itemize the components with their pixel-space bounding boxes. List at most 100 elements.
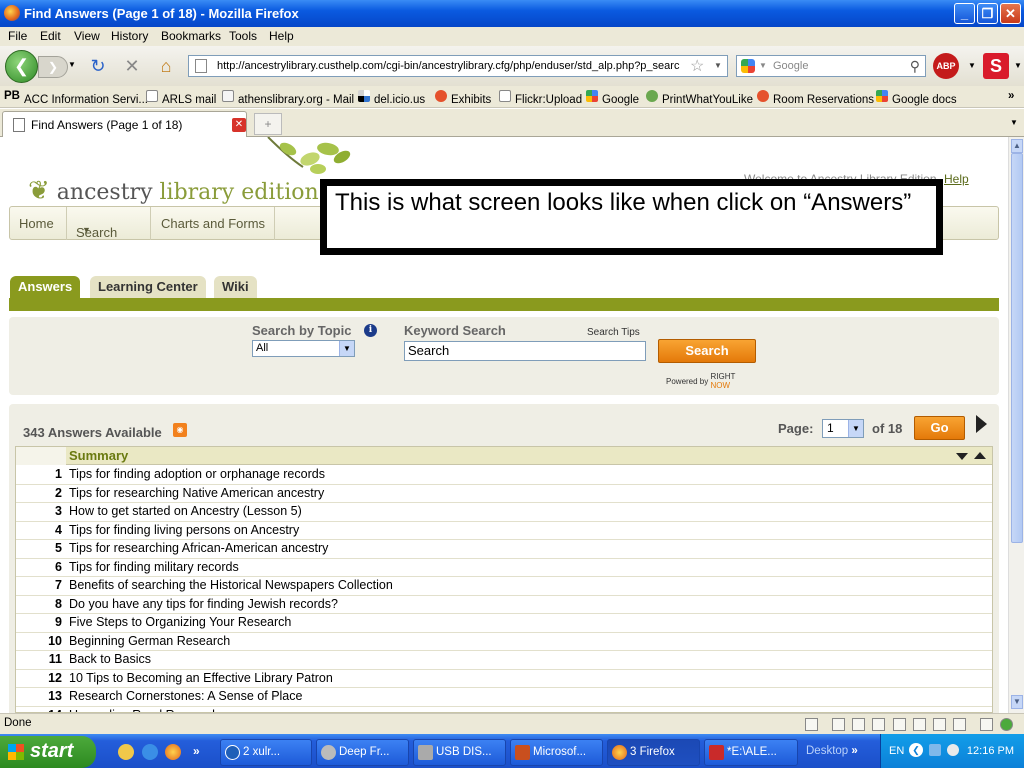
pencil-status-icon[interactable]	[832, 718, 845, 731]
table-row[interactable]: 8 Do you have any tips for finding Jewish…	[16, 596, 992, 614]
table-row[interactable]: 10 Beginning German Research	[16, 633, 992, 651]
answer-link[interactable]: Tips for finding adoption or orphanage r…	[69, 467, 325, 481]
refresh-status-icon[interactable]	[913, 718, 926, 731]
next-page-icon[interactable]	[976, 415, 987, 433]
print-status-icon[interactable]	[893, 718, 906, 731]
page-select[interactable]: 1 ▼	[822, 419, 864, 438]
graph-status-icon[interactable]	[953, 718, 966, 731]
ancestry-logo[interactable]: ❦ ancestry library edition	[28, 176, 319, 206]
scroll-up-icon[interactable]: ▲	[1011, 139, 1023, 153]
nav-charts-and-forms[interactable]: Charts and Forms	[161, 216, 265, 231]
page-status-icon[interactable]	[805, 718, 818, 731]
bookmarks-overflow-icon[interactable]: »	[1008, 90, 1014, 102]
taskbar-item-xulr[interactable]: 2 xulr...	[220, 739, 312, 766]
answer-link[interactable]: Do you have any tips for finding Jewish …	[69, 597, 338, 611]
table-row[interactable]: 2 Tips for researching Native American an…	[16, 485, 992, 503]
back-button[interactable]: ❮	[5, 50, 38, 83]
minimize-button[interactable]: _	[954, 3, 975, 24]
menu-history[interactable]: History	[111, 29, 148, 43]
table-row[interactable]: 11 Back to Basics	[16, 651, 992, 670]
browser-tab-find-answers[interactable]: Find Answers (Page 1 of 18) ✕	[2, 111, 247, 137]
topic-select[interactable]: All ▼	[252, 340, 355, 357]
table-row[interactable]: 5 Tips for researching African-American a…	[16, 540, 992, 559]
close-tab-icon[interactable]: ✕	[232, 118, 246, 132]
mail-status-icon[interactable]	[933, 718, 946, 731]
engine-dropdown-icon[interactable]: ▼	[759, 56, 767, 76]
taskbar-item-microsoft[interactable]: Microsof...	[510, 739, 603, 766]
answer-link[interactable]: How to get started on Ancestry (Lesson 5…	[69, 504, 302, 518]
scrollbar-thumb[interactable]	[1011, 153, 1023, 543]
table-row[interactable]: 9 Five Steps to Organizing Your Research	[16, 614, 992, 633]
tray-arrow-icon[interactable]: ❮	[909, 743, 923, 757]
tools-status-icon[interactable]	[980, 718, 993, 731]
tab-list-dropdown-icon[interactable]: ▼	[1010, 118, 1018, 127]
taskbar-item-ale[interactable]: *E:\ALE...	[704, 739, 798, 766]
new-tab-button[interactable]: +	[254, 113, 282, 135]
table-row[interactable]: 3 How to get started on Ancestry (Lesson …	[16, 503, 992, 522]
answer-link[interactable]: 10 Tips to Becoming an Effective Library…	[69, 671, 333, 685]
bookmark-arls-mail[interactable]: ARLS mail	[146, 90, 216, 106]
tab-answers[interactable]: Answers	[10, 276, 81, 298]
tray-network-icon[interactable]	[929, 744, 941, 756]
answer-link[interactable]: Five Steps to Organizing Your Research	[69, 615, 291, 629]
tab-wiki[interactable]: Wiki	[214, 276, 257, 298]
summary-column-header[interactable]: Summary	[69, 448, 128, 463]
history-dropdown-icon[interactable]: ▼	[68, 60, 76, 69]
menu-view[interactable]: View	[74, 29, 100, 43]
scroll-down-icon[interactable]: ▼	[1011, 695, 1023, 709]
table-row[interactable]: 7 Benefits of searching the Historical Ne…	[16, 577, 992, 596]
help-link[interactable]: Help	[944, 172, 969, 186]
answer-link[interactable]: Research Cornerstones: A Sense of Place	[69, 689, 302, 703]
addon-dropdown-icon[interactable]: ▼	[1014, 61, 1022, 70]
save-status-icon[interactable]	[872, 718, 885, 731]
search-icon[interactable]: ⚲	[910, 56, 920, 76]
bookmark-delicious[interactable]: del.icio.us	[358, 90, 425, 106]
s-addon-icon[interactable]: S	[983, 53, 1009, 79]
url-dropdown-icon[interactable]: ▼	[714, 61, 722, 70]
quicklaunch-overflow-icon[interactable]: »	[193, 744, 200, 758]
web-search-input[interactable]: ▼ Google ⚲	[736, 55, 926, 77]
firefox-quicklaunch-icon[interactable]	[165, 744, 181, 760]
table-row[interactable]: 1 Tips for finding adoption or orphanage …	[16, 466, 992, 485]
table-row[interactable]: 4 Tips for finding living persons on Ance…	[16, 522, 992, 540]
answer-link[interactable]: Tips for finding military records	[69, 560, 239, 574]
menu-help[interactable]: Help	[269, 29, 294, 43]
stop-icon[interactable]: ✕	[120, 55, 144, 79]
answer-link[interactable]: Beginning German Research	[69, 634, 230, 648]
bookmark-athenslibrary[interactable]: athenslibrary.org - Mail	[222, 90, 354, 106]
answer-link[interactable]: Back to Basics	[69, 652, 151, 666]
info-status-icon[interactable]	[1000, 718, 1013, 731]
menu-file[interactable]: File	[8, 29, 27, 43]
search-tips-link[interactable]: Search Tips	[587, 327, 640, 338]
answer-link[interactable]: Tips for finding living persons on Ances…	[69, 523, 299, 537]
close-window-button[interactable]: ✕	[1000, 3, 1021, 24]
table-row[interactable]: 12 10 Tips to Becoming an Effective Libra…	[16, 670, 992, 688]
taskbar-item-usb[interactable]: USB DIS...	[413, 739, 506, 766]
table-row[interactable]: 13 Research Cornerstones: A Sense of Plac…	[16, 688, 992, 707]
answer-link[interactable]: Tips for researching African-American an…	[69, 541, 328, 555]
nav-home[interactable]: Home	[19, 216, 54, 231]
adblock-icon[interactable]: ABP	[933, 53, 959, 79]
info-icon[interactable]: i	[364, 324, 377, 337]
ie-icon[interactable]	[142, 744, 158, 760]
desktop-toolbar[interactable]: Desktop »	[806, 745, 858, 757]
forward-button[interactable]: ❯	[38, 56, 68, 78]
home-icon[interactable]: ⌂	[154, 55, 178, 79]
table-row[interactable]: 6 Tips for finding military records	[16, 559, 992, 577]
bookmark-flickr[interactable]: Flickr:Upload	[499, 90, 582, 106]
bookmark-star-icon[interactable]: ☆	[690, 56, 704, 76]
bookmark-exhibits[interactable]: Exhibits	[435, 90, 491, 106]
search-button[interactable]: Search	[658, 339, 756, 363]
maximize-button[interactable]: ❐	[977, 3, 998, 24]
sort-ascending-icon[interactable]	[974, 452, 986, 459]
answer-link[interactable]: Tips for researching Native American anc…	[69, 486, 324, 500]
reload-icon[interactable]: ↻	[86, 55, 110, 79]
screen-status-icon[interactable]	[852, 718, 865, 731]
answer-link[interactable]: Benefits of searching the Historical New…	[69, 578, 393, 592]
tab-learning-center[interactable]: Learning Center	[90, 276, 206, 298]
vertical-scrollbar[interactable]: ▲ ▼	[1008, 137, 1024, 713]
taskbar-item-deep-freeze[interactable]: Deep Fr...	[316, 739, 409, 766]
tray-security-icon[interactable]	[947, 744, 959, 756]
rss-icon[interactable]: ◉	[173, 423, 187, 437]
menu-bookmarks[interactable]: Bookmarks	[161, 29, 221, 43]
